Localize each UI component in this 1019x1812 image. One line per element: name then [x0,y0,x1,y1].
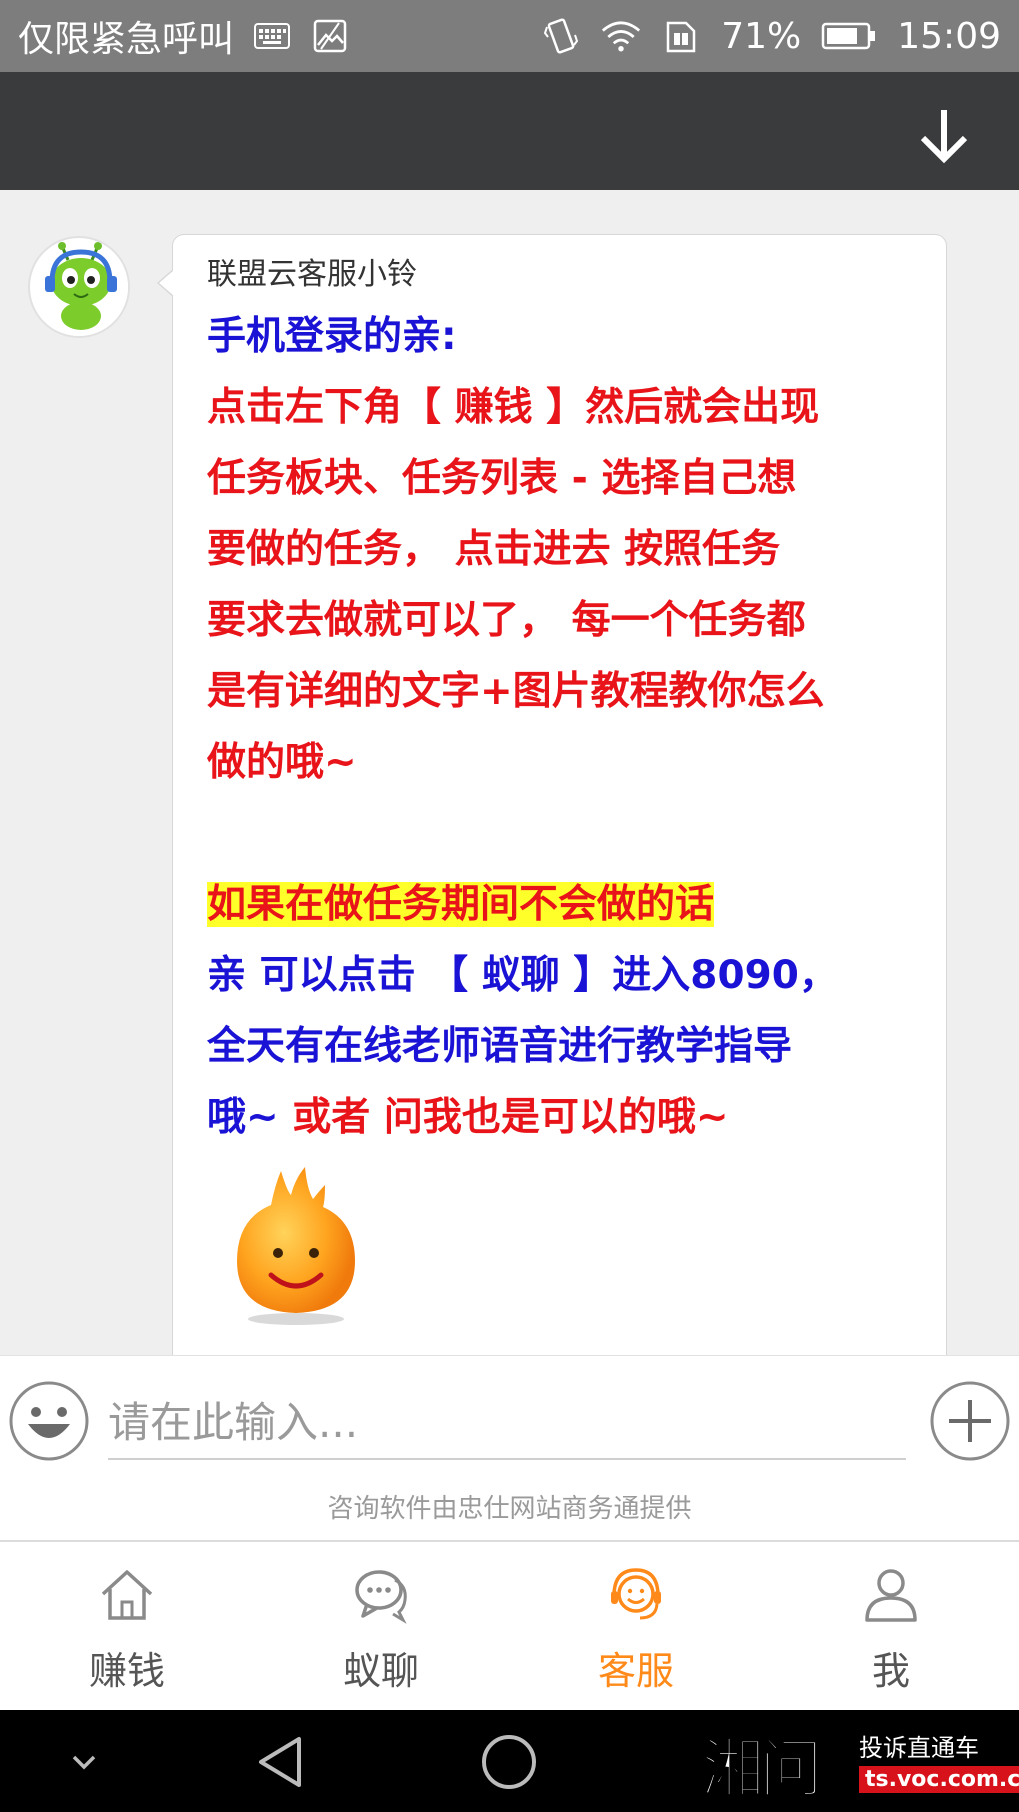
chat-area[interactable]: 联盟云客服小铃 手机登录的亲: 点击左下角【 赚钱 】然后就会出现 任务板块、任… [0,190,1019,1355]
message-line: 要做的任务， 点击进去 按照任务 [207,527,781,572]
home-circle-icon[interactable] [477,1730,541,1794]
sim-icon [661,16,701,56]
message-segment: 哦~ [207,1095,279,1140]
battery-percent: 71% [721,15,802,57]
customer-service-icon [611,1568,661,1620]
message-bubble: 联盟云客服小铃 手机登录的亲: 点击左下角【 赚钱 】然后就会出现 任务板块、任… [157,234,947,1355]
bottom-tab-bar: 赚钱 蚁聊 客服 我 [0,1540,1019,1710]
powered-by-text: 咨询软件由忠仕网站商务通提供 [327,1494,692,1524]
hide-keyboard-chevron-icon[interactable] [52,1730,116,1794]
watermark-text: 投诉直通车 [859,1734,979,1762]
message-line: 任务板块、任务列表 - 选择自己想 [207,456,797,501]
message-line: 全天有在线老师语音进行教学指导 [207,1024,793,1069]
message-input-area: 咨询软件由忠仕网站商务通提供 [0,1355,1019,1540]
user-icon [865,1569,917,1622]
tab-label: 我 [871,1649,910,1693]
message-input[interactable] [108,1386,906,1460]
watermark: 湘问 投诉直通车 ts.voc.com.cn [700,1718,1019,1808]
chat-bubbles-icon [355,1570,407,1624]
status-bar: 仅限紧急呼叫 71% 15:09 [0,0,1019,72]
watermark-url: ts.voc.com.cn [859,1766,1019,1793]
watermark-logo: 湘问 [700,1731,824,1808]
keyboard-icon [252,16,292,56]
message-line: 点击左下角【 赚钱 】然后就会出现 [207,385,820,430]
wifi-icon [601,16,641,56]
vibrate-icon [541,16,581,56]
clock-time: 15:09 [897,15,1001,57]
tab-label: 客服 [597,1649,674,1693]
image-icon [310,16,350,56]
sender-name: 联盟云客服小铃 [207,257,417,292]
app-header [0,72,1019,190]
message-line: 要求去做就可以了， 每一个任务都 [207,598,806,643]
message-line: 做的哦~ [207,740,357,785]
home-icon [101,1570,153,1620]
battery-icon [821,16,877,56]
tab-ant-chat[interactable]: 蚁聊 [301,1542,461,1710]
tab-me[interactable]: 我 [811,1542,971,1710]
smiley-emoji-icon [221,1161,371,1331]
tab-earn[interactable]: 赚钱 [47,1542,207,1710]
message-line-highlighted: 如果在做任务期间不会做的话 [207,869,912,940]
emoji-button[interactable] [8,1380,90,1462]
tab-label: 蚁聊 [342,1649,419,1693]
message-line: 是有详细的文字+图片教程教你怎么 [207,669,825,714]
add-attachment-button[interactable] [929,1380,1011,1462]
tab-customer-service[interactable]: 客服 [556,1542,716,1710]
message-line: 亲 可以点击 【 蚁聊 】进入8090， [207,953,838,998]
system-nav-bar: 湘问 投诉直通车 ts.voc.com.cn [0,1710,1019,1812]
message-line: 手机登录的亲: [207,314,457,359]
carrier-text: 仅限紧急呼叫 [18,19,235,60]
agent-avatar[interactable] [28,236,130,338]
highlighted-text: 如果在做任务期间不会做的话 [207,882,715,927]
tab-label: 赚钱 [88,1649,165,1693]
download-arrow-icon[interactable] [909,100,979,170]
back-triangle-icon[interactable] [250,1730,314,1794]
message-line: 哦~ 或者 问我也是可以的哦~ [207,1082,912,1153]
message-segment: 或者 问我也是可以的哦~ [292,1095,729,1140]
